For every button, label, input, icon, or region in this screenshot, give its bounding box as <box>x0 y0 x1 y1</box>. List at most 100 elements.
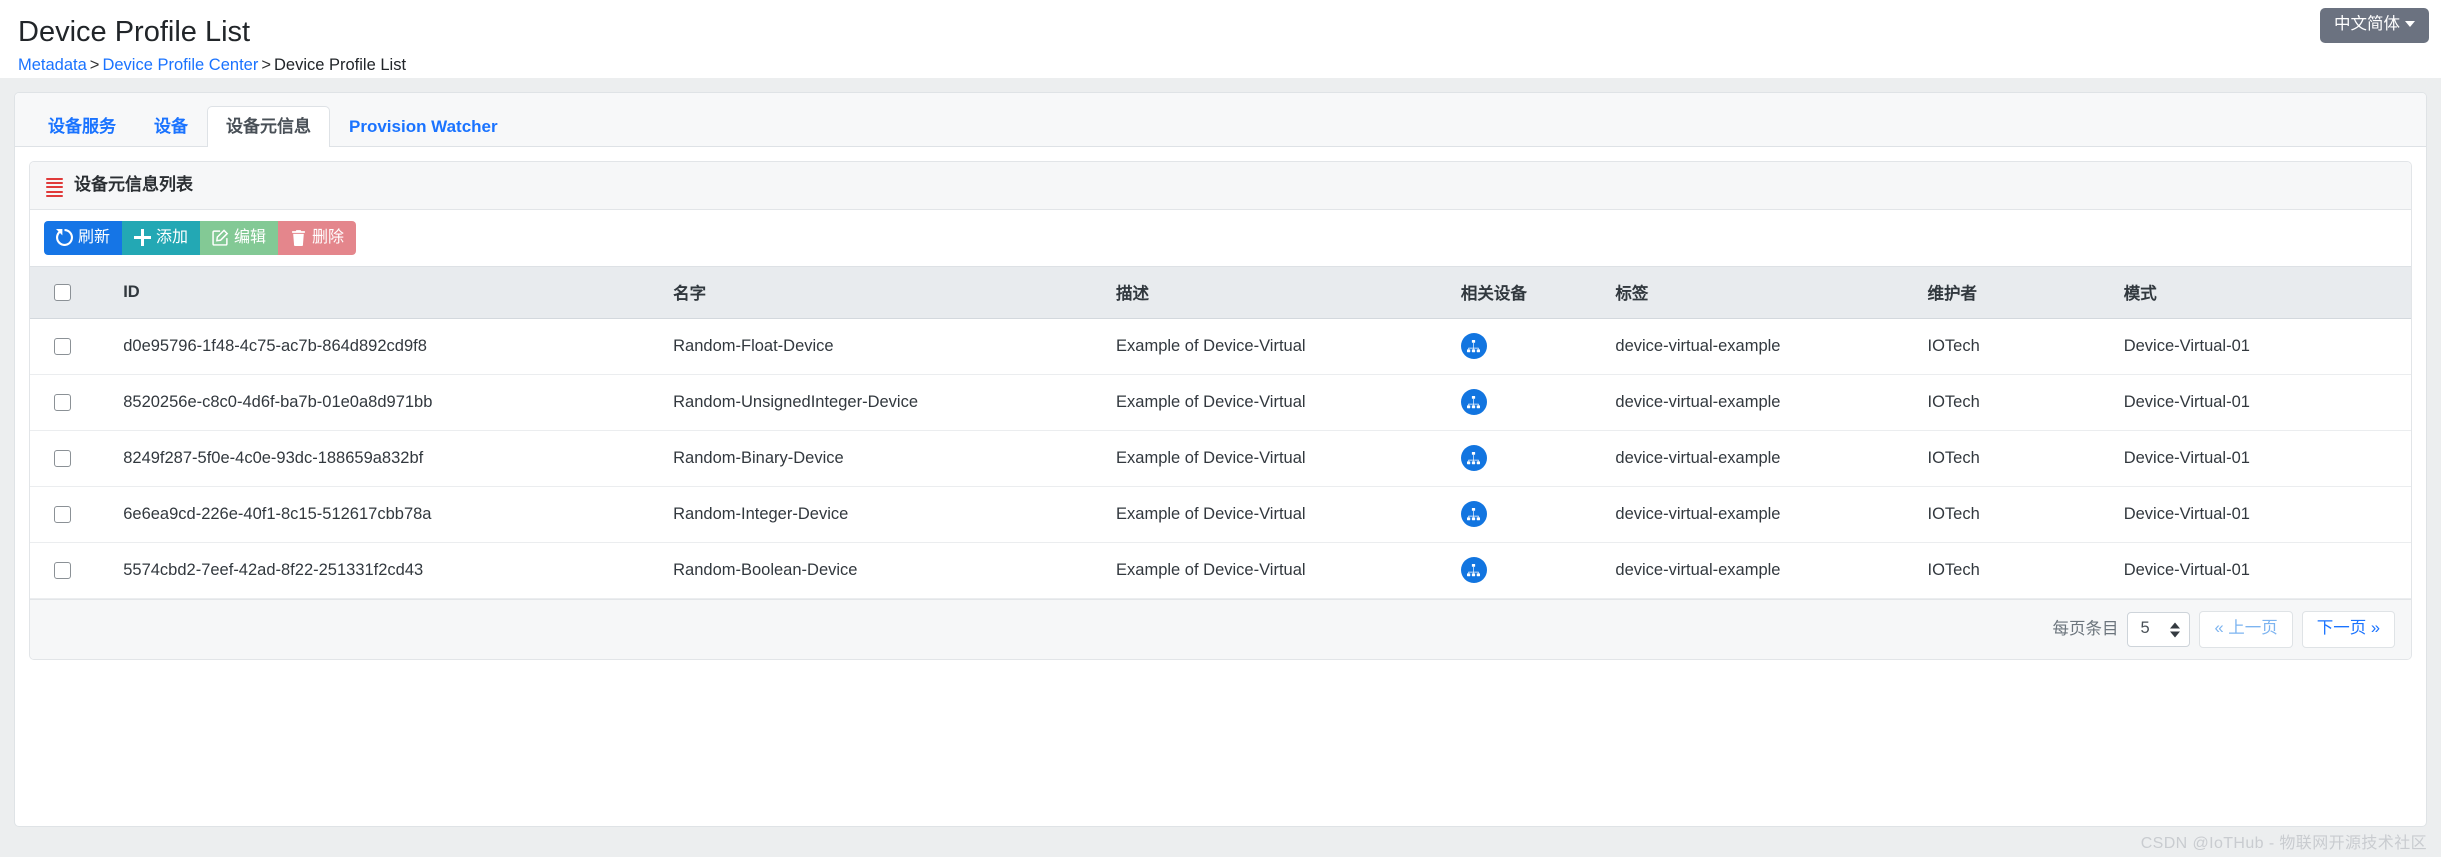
cell-related-device <box>1450 430 1606 488</box>
page-header: Device Profile List Metadata > Device Prof… <box>0 0 2441 78</box>
sitemap-icon[interactable] <box>1460 389 1487 416</box>
device-profile-table: ID 名字 描述 相关设备 标签 维护者 模式 d0e95796-1f48-4c… <box>30 266 2411 600</box>
device-profile-panel: 设备元信息列表 刷新 添加 编辑 删除 ID 名字 描述 相关设备 标签 维护者… <box>29 161 2412 661</box>
add-button[interactable]: 添加 <box>122 221 201 256</box>
cell-manufacturer: IOTech <box>1917 374 2114 432</box>
table-row[interactable]: d0e95796-1f48-4c75-ac7b-864d892cd9f8 Rand… <box>30 318 2411 376</box>
refresh-label: 刷新 <box>78 229 111 246</box>
list-icon <box>46 177 63 198</box>
edit-icon <box>212 229 229 246</box>
panel-wrapper: 设备元信息列表 刷新 添加 编辑 删除 ID 名字 描述 相关设备 标签 维护者… <box>15 147 2426 675</box>
panel-title: 设备元信息列表 <box>74 174 193 194</box>
select-all-checkbox[interactable] <box>54 283 71 301</box>
delete-button[interactable]: 删除 <box>278 221 357 256</box>
tab-device-profile[interactable]: 设备元信息 <box>207 105 330 147</box>
cell-labels: device-virtual-example <box>1605 542 1918 600</box>
breadcrumb-item-device-profile-center[interactable]: Device Profile Center <box>102 56 258 74</box>
per-page-select[interactable]: 5102050 <box>2127 612 2191 648</box>
breadcrumb-separator: > <box>261 56 271 75</box>
table-row[interactable]: 5574cbd2-7eef-42ad-8f22-251331f2cd43 Rand… <box>30 542 2411 600</box>
breadcrumb-separator: > <box>89 56 100 75</box>
header-name: 名字 <box>663 266 1107 320</box>
cell-id: 8249f287-5f0e-4c0e-93dc-188659a832bf <box>113 430 664 488</box>
cell-description: Example of Device-Virtual <box>1106 318 1451 376</box>
header-id: ID <box>113 266 664 320</box>
cell-id: d0e95796-1f48-4c75-ac7b-864d892cd9f8 <box>113 318 664 376</box>
tab-provision-watcher[interactable]: Provision Watcher <box>330 106 517 147</box>
cell-description: Example of Device-Virtual <box>1106 542 1451 600</box>
cell-name: Random-Binary-Device <box>663 430 1107 488</box>
cell-model: Device-Virtual-01 <box>2113 430 2411 488</box>
row-select-cell <box>30 374 114 432</box>
sitemap-icon[interactable] <box>1460 333 1487 360</box>
sitemap-icon[interactable] <box>1460 445 1487 472</box>
next-page-button[interactable]: 下一页 » <box>2301 611 2395 649</box>
cell-labels: device-virtual-example <box>1605 430 1918 488</box>
row-select-cell <box>30 542 114 600</box>
cell-manufacturer: IOTech <box>1917 318 2114 376</box>
table-body: d0e95796-1f48-4c75-ac7b-864d892cd9f8 Rand… <box>30 318 2411 600</box>
tab-device[interactable]: 设备 <box>135 106 207 147</box>
cell-manufacturer: IOTech <box>1917 486 2114 544</box>
table-row[interactable]: 8520256e-c8c0-4d6f-ba7b-01e0a8d971bb Rand… <box>30 374 2411 432</box>
cell-name: Random-Float-Device <box>663 318 1107 376</box>
row-select-cell <box>30 318 114 376</box>
row-select-cell <box>30 486 114 544</box>
tab-device-service[interactable]: 设备服务 <box>29 106 135 147</box>
cell-description: Example of Device-Virtual <box>1106 374 1451 432</box>
table-header-row: ID 名字 描述 相关设备 标签 维护者 模式 <box>30 266 2411 320</box>
sitemap-icon[interactable] <box>1460 501 1487 528</box>
tab-bar: 设备服务 设备 设备元信息 Provision Watcher <box>15 93 2426 147</box>
header-model: 模式 <box>2113 266 2411 320</box>
table-row[interactable]: 6e6ea9cd-226e-40f1-8c15-512617cbb78a Rand… <box>30 486 2411 544</box>
cell-related-device <box>1450 542 1606 600</box>
breadcrumb-item-current: Device Profile List <box>273 56 407 75</box>
cell-labels: device-virtual-example <box>1605 374 1918 432</box>
cell-manufacturer: IOTech <box>1917 430 2114 488</box>
cell-name: Random-UnsignedInteger-Device <box>663 374 1107 432</box>
cell-labels: device-virtual-example <box>1605 486 1918 544</box>
cell-description: Example of Device-Virtual <box>1106 486 1451 544</box>
page-title: Device Profile List <box>18 16 251 48</box>
cell-related-device <box>1450 374 1606 432</box>
per-page-label: 每页条目 <box>2052 619 2119 638</box>
header-description: 描述 <box>1106 266 1451 320</box>
row-checkbox[interactable] <box>54 449 71 467</box>
cell-model: Device-Virtual-01 <box>2113 542 2411 600</box>
cell-manufacturer: IOTech <box>1917 542 2114 600</box>
cell-id: 8520256e-c8c0-4d6f-ba7b-01e0a8d971bb <box>113 374 664 432</box>
edit-button[interactable]: 编辑 <box>200 221 279 256</box>
refresh-button[interactable]: 刷新 <box>44 221 123 256</box>
watermark: CSDN @IoTHub - 物联网开源技术社区 <box>2140 835 2427 852</box>
previous-page-button[interactable]: « 上一页 <box>2199 611 2293 649</box>
header-related-device: 相关设备 <box>1450 266 1606 320</box>
cell-name: Random-Boolean-Device <box>663 542 1107 600</box>
cell-id: 5574cbd2-7eef-42ad-8f22-251331f2cd43 <box>113 542 664 600</box>
cell-labels: device-virtual-example <box>1605 318 1918 376</box>
breadcrumb-item-metadata[interactable]: Metadata <box>18 56 87 74</box>
header-manufacturer: 维护者 <box>1917 266 2114 320</box>
cell-id: 6e6ea9cd-226e-40f1-8c15-512617cbb78a <box>113 486 664 544</box>
row-checkbox[interactable] <box>54 561 71 579</box>
edit-label: 编辑 <box>234 229 267 246</box>
row-checkbox[interactable] <box>54 505 71 523</box>
table-row[interactable]: 8249f287-5f0e-4c0e-93dc-188659a832bf Rand… <box>30 430 2411 488</box>
row-checkbox[interactable] <box>54 337 71 355</box>
cell-model: Device-Virtual-01 <box>2113 486 2411 544</box>
toolbar: 刷新 添加 编辑 删除 <box>30 210 2411 267</box>
panel-header: 设备元信息列表 <box>30 162 2411 210</box>
page-body: 设备服务 设备 设备元信息 Provision Watcher 设备元信息列表 <box>0 78 2441 857</box>
content-card: 设备服务 设备 设备元信息 Provision Watcher 设备元信息列表 <box>14 92 2427 827</box>
header-labels: 标签 <box>1605 266 1918 320</box>
app-root: Device Profile List Metadata > Device Prof… <box>0 0 2441 857</box>
table-header: ID 名字 描述 相关设备 标签 维护者 模式 <box>30 266 2411 320</box>
sitemap-icon[interactable] <box>1460 557 1487 584</box>
row-checkbox[interactable] <box>54 393 71 411</box>
cell-related-device <box>1450 486 1606 544</box>
language-label: 中文简体 <box>2334 15 2400 33</box>
chevron-down-icon <box>2405 20 2415 27</box>
header-select-all <box>30 266 114 320</box>
language-dropdown-button[interactable]: 中文简体 <box>2320 8 2429 43</box>
cell-name: Random-Integer-Device <box>663 486 1107 544</box>
cell-model: Device-Virtual-01 <box>2113 374 2411 432</box>
